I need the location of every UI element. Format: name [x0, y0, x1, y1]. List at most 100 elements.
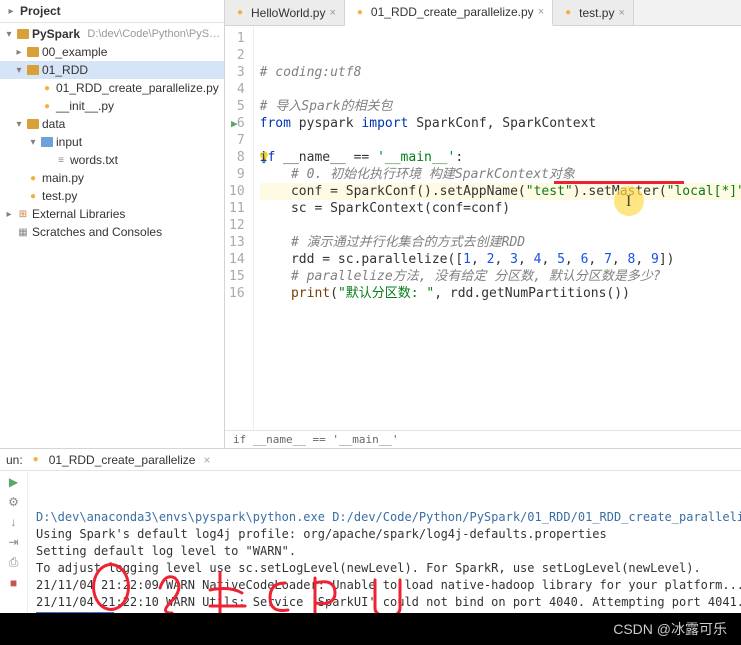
- code-line[interactable]: # parallelize方法, 没有给定 分区数, 默认分区数是多少?: [260, 268, 741, 285]
- code-line[interactable]: sc = SparkContext(conf=conf): [260, 200, 741, 217]
- line-number: 💡8: [229, 149, 245, 166]
- tree-row[interactable]: 01_RDD_create_parallelize.py: [0, 79, 224, 97]
- console-line: Setting default log level to "WARN".: [36, 543, 733, 560]
- settings-icon[interactable]: ⚙: [8, 495, 19, 509]
- code-line[interactable]: [260, 319, 741, 336]
- py-icon: [26, 189, 40, 203]
- line-number: 3: [229, 64, 245, 81]
- console-line: Using Spark's default log4j profile: org…: [36, 526, 733, 543]
- folder-icon: [27, 65, 39, 75]
- editor-tab[interactable]: 01_RDD_create_parallelize.py ×: [345, 0, 553, 26]
- watermark-text: CSDN @冰露可乐: [613, 619, 727, 639]
- wrap-icon[interactable]: ⇥: [8, 535, 18, 549]
- gutter: 12345▶67💡8910111213141516: [225, 26, 254, 430]
- close-icon[interactable]: ×: [329, 7, 335, 19]
- tree-label: 00_example: [42, 45, 107, 59]
- txt-icon: [54, 153, 68, 167]
- line-number: 9: [229, 166, 245, 183]
- py-icon: [26, 171, 40, 185]
- stop-icon[interactable]: ■: [10, 576, 17, 590]
- print-icon[interactable]: ⎙: [9, 555, 19, 570]
- close-icon[interactable]: ×: [538, 6, 544, 18]
- code-line[interactable]: conf = SparkConf().setAppName("test").se…: [260, 183, 741, 200]
- code-editor[interactable]: 12345▶67💡8910111213141516 # coding:utf8 …: [225, 26, 741, 430]
- tree-row[interactable]: Scratches and Consoles: [0, 223, 224, 241]
- line-number: 1: [229, 30, 245, 47]
- run-label: un:: [6, 453, 23, 467]
- tree-row[interactable]: External Libraries: [0, 205, 224, 223]
- code-line[interactable]: [260, 217, 741, 234]
- line-number: 5: [229, 98, 245, 115]
- line-number: 13: [229, 234, 245, 251]
- run-gutter-icon[interactable]: ▶: [231, 115, 238, 132]
- code-line[interactable]: print("默认分区数: ", rdd.getNumPartitions()): [260, 285, 741, 302]
- code-line[interactable]: [260, 81, 741, 98]
- tree-row[interactable]: main.py: [0, 169, 224, 187]
- tree-label: data: [42, 117, 65, 131]
- code-line[interactable]: # 演示通过并行化集合的方式去创建RDD: [260, 234, 741, 251]
- line-number: 11: [229, 200, 245, 217]
- project-header[interactable]: Project: [0, 0, 224, 23]
- tree-label: 01_RDD_create_parallelize.py: [56, 81, 219, 95]
- tree-row[interactable]: 01_RDD: [0, 61, 224, 79]
- py-icon: [40, 81, 54, 95]
- tree-row[interactable]: input: [0, 133, 224, 151]
- root-label: PySpark: [32, 27, 80, 41]
- scratch-icon: [16, 225, 30, 239]
- tree-row[interactable]: 00_example: [0, 43, 224, 61]
- project-sidebar: Project PySpark D:\dev\Code\Python\PySpa…: [0, 0, 225, 448]
- code-line[interactable]: # coding:utf8: [260, 64, 741, 81]
- chevron-icon[interactable]: [4, 29, 14, 40]
- tree-row[interactable]: __init__.py: [0, 97, 224, 115]
- project-tree[interactable]: PySpark D:\dev\Code\Python\PySpark 00_ex…: [0, 23, 224, 448]
- tree-label: Scratches and Consoles: [32, 225, 162, 239]
- tree-label: __init__.py: [56, 99, 114, 113]
- code-body[interactable]: # coding:utf8 # 导入Spark的相关包from pyspark …: [254, 26, 741, 430]
- code-line[interactable]: if __name__ == '__main__':: [260, 149, 741, 166]
- tree-row[interactable]: test.py: [0, 187, 224, 205]
- red-annotation-line: [554, 181, 684, 184]
- cursor-highlight-icon: I: [614, 186, 644, 216]
- line-number: 15: [229, 268, 245, 285]
- tree-label: words.txt: [70, 153, 118, 167]
- chevron-icon[interactable]: [4, 209, 14, 220]
- chevron-icon[interactable]: [14, 65, 24, 76]
- line-number: 16: [229, 285, 245, 302]
- close-icon[interactable]: ×: [203, 453, 210, 467]
- code-line[interactable]: [260, 302, 741, 319]
- editor-tab[interactable]: test.py ×: [553, 0, 634, 25]
- chevron-down-icon: [6, 6, 16, 17]
- line-number: 4: [229, 81, 245, 98]
- down-icon[interactable]: ↓: [11, 515, 17, 529]
- tree-label: External Libraries: [32, 207, 125, 221]
- red-annotation-circle: [92, 563, 130, 611]
- line-number: 12: [229, 217, 245, 234]
- root-path: D:\dev\Code\Python\PySpark: [87, 28, 224, 40]
- chevron-icon[interactable]: [28, 137, 38, 148]
- close-icon[interactable]: ×: [618, 7, 624, 19]
- line-number: 10: [229, 183, 245, 200]
- chevron-icon[interactable]: [14, 47, 24, 58]
- breadcrumb-bar[interactable]: if __name__ == '__main__': [225, 430, 741, 448]
- folder-icon: [27, 47, 39, 57]
- editor-area: HelloWorld.py×01_RDD_create_parallelize.…: [225, 0, 741, 448]
- line-number: 7: [229, 132, 245, 149]
- tab-label: 01_RDD_create_parallelize.py: [371, 5, 534, 19]
- tree-root[interactable]: PySpark D:\dev\Code\Python\PySpark: [0, 25, 224, 43]
- tree-label: input: [56, 135, 82, 149]
- tab-label: test.py: [579, 6, 614, 20]
- chevron-icon[interactable]: [14, 119, 24, 130]
- code-line[interactable]: # 导入Spark的相关包: [260, 98, 741, 115]
- folder-icon: [17, 29, 29, 39]
- code-line[interactable]: rdd = sc.parallelize([1, 2, 3, 4, 5, 6, …: [260, 251, 741, 268]
- python-icon: [561, 6, 575, 20]
- run-config-name[interactable]: 01_RDD_create_parallelize: [49, 453, 196, 467]
- code-line[interactable]: [260, 132, 741, 149]
- rerun-icon[interactable]: ▶: [9, 475, 18, 489]
- line-number: 2: [229, 47, 245, 64]
- code-line[interactable]: from pyspark import SparkConf, SparkCont…: [260, 115, 741, 132]
- editor-tab[interactable]: HelloWorld.py×: [225, 0, 345, 25]
- folder-icon: [27, 119, 39, 129]
- tree-row[interactable]: data: [0, 115, 224, 133]
- tree-row[interactable]: words.txt: [0, 151, 224, 169]
